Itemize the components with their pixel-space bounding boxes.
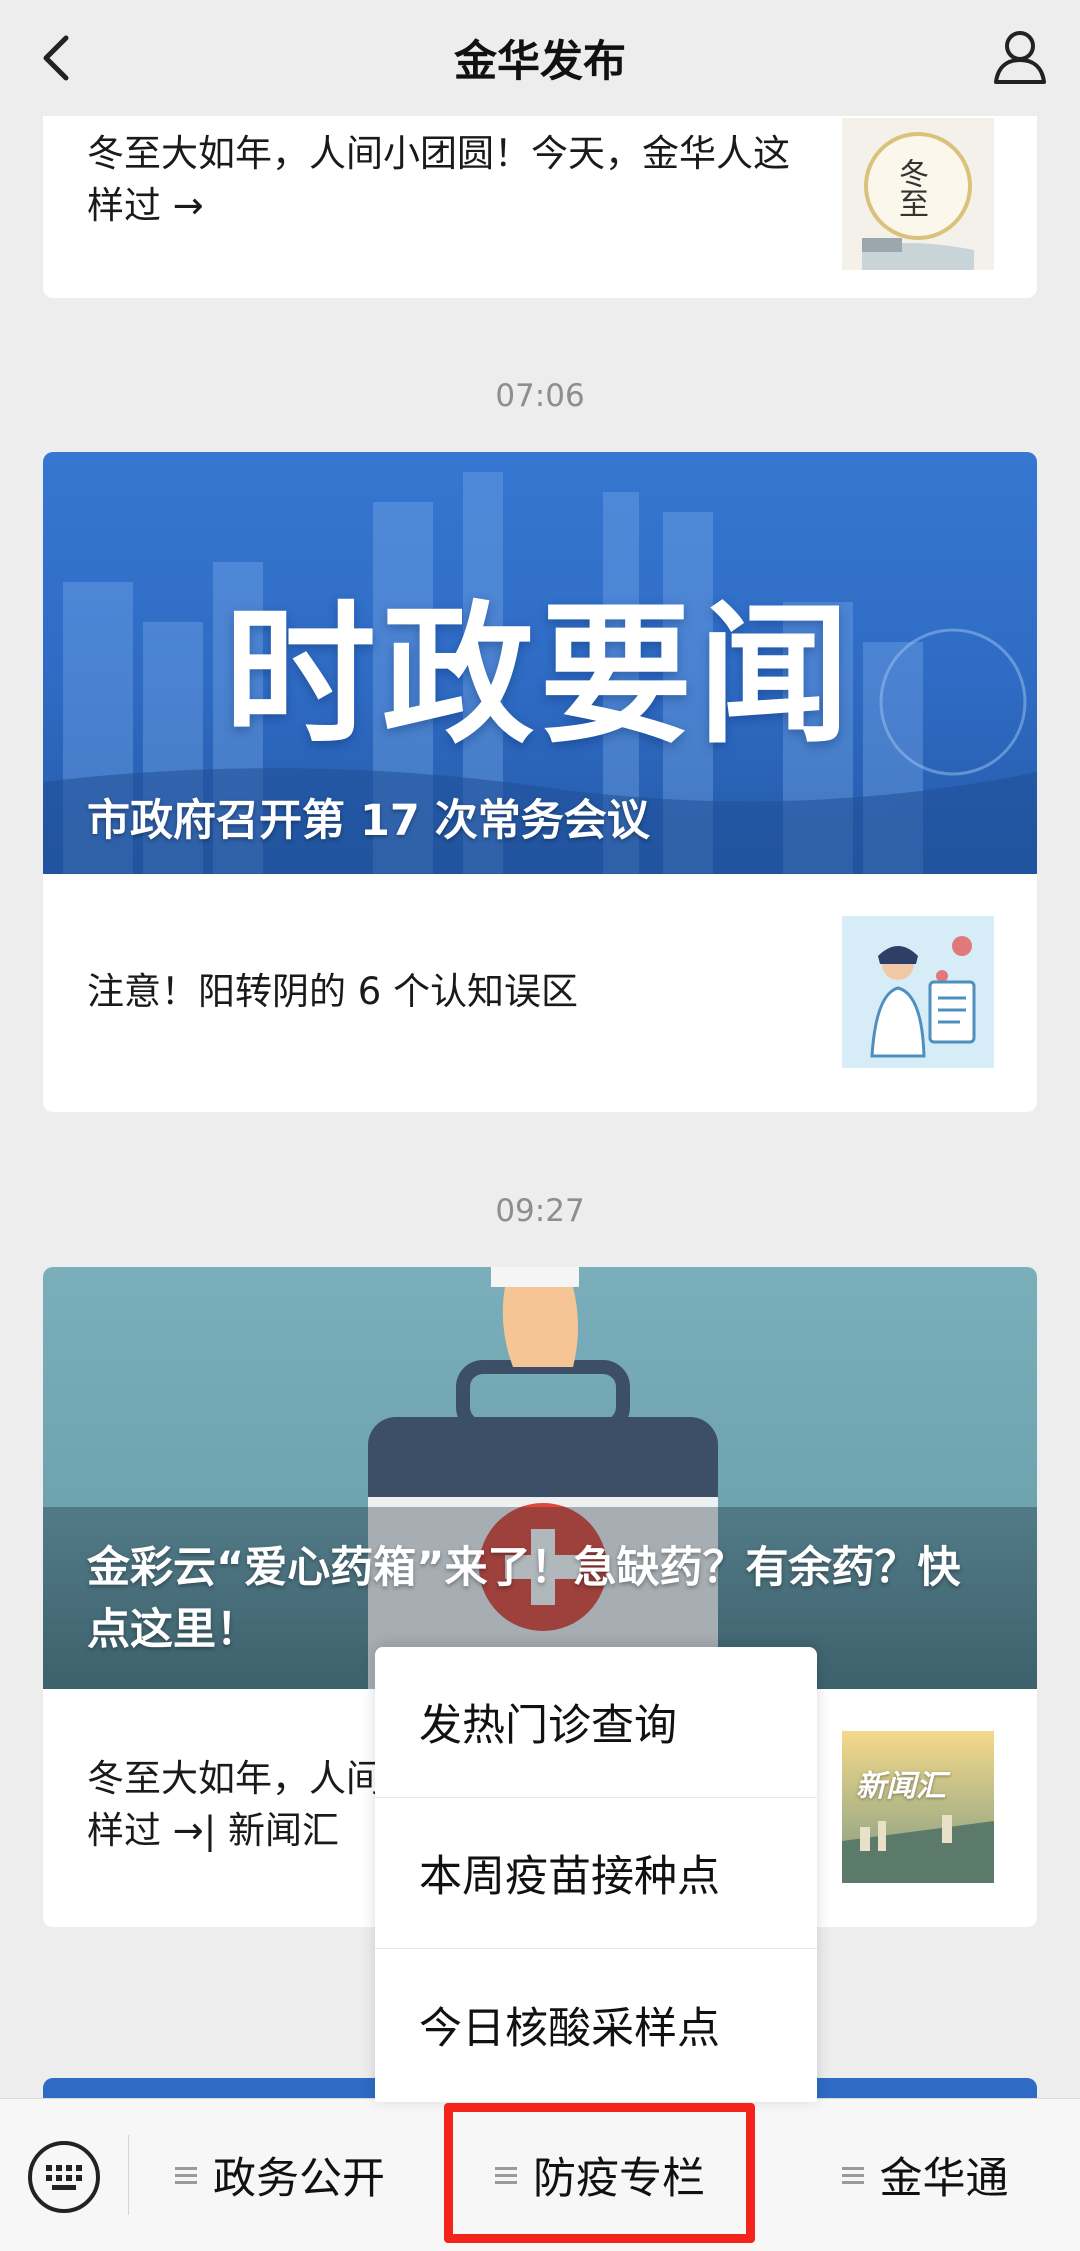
doctor-illustration — [842, 916, 994, 1068]
article-card-2[interactable]: 时政要闻 市政府召开第 17 次常务会议 注意！阳转阴的 6 个认知误区 — [43, 452, 1037, 1112]
submenu-item-nucleic-acid-sites[interactable]: 今日核酸采样点 — [375, 1949, 817, 2100]
thumbnail-logo-text: 新闻汇 — [856, 1769, 946, 1804]
menu-tab-jinhua-tong[interactable]: 金华通 — [790, 2099, 1060, 2251]
timestamp: 07:06 — [495, 378, 585, 414]
article-row[interactable]: 注意！阳转阴的 6 个认知误区 — [43, 874, 1037, 1109]
article-title: 冬至大如年，人间小团圆！今天，金华人这样过 → — [87, 132, 790, 227]
menu-lines-icon — [175, 2167, 197, 2184]
article-title: 注意！阳转阴的 6 个认知误区 — [87, 970, 579, 1013]
keyboard-icon[interactable] — [26, 2139, 102, 2215]
article-thumbnail: 冬至 — [842, 118, 994, 270]
menu-lines-icon — [841, 2167, 864, 2184]
banner-image[interactable]: 时政要闻 市政府召开第 17 次常务会议 — [43, 452, 1037, 874]
thumbnail-calligraphy: 冬至 — [893, 158, 928, 218]
news-city-image — [842, 1731, 994, 1883]
menu-divider — [128, 2135, 129, 2215]
timestamp: 09:27 — [495, 1193, 585, 1229]
header: 金华发布 — [0, 0, 1080, 116]
menu-tab-government-affairs[interactable]: 政务公开 — [130, 2099, 430, 2251]
profile-icon[interactable] — [988, 24, 1052, 88]
submenu-popup: 发热门诊查询 本周疫苗接种点 今日核酸采样点 — [375, 1647, 817, 2102]
banner-caption: 金彩云“爱心药箱”来了！急缺药？有余药？快点这里！ — [87, 1543, 961, 1655]
menu-tab-label: 金华通 — [879, 2154, 1009, 2204]
highlight-box — [444, 2103, 755, 2243]
page-title: 金华发布 — [454, 37, 626, 87]
article-thumbnail: 新闻汇 — [842, 1731, 994, 1883]
banner-image[interactable]: 金彩云“爱心药箱”来了！急缺药？有余药？快点这里！ — [43, 1267, 1037, 1689]
banner-caption: 市政府召开第 17 次常务会议 — [87, 796, 650, 846]
article-thumbnail — [842, 916, 994, 1068]
back-arrow-icon[interactable] — [28, 28, 88, 88]
menu-tab-label: 政务公开 — [213, 2154, 385, 2204]
submenu-item-fever-clinic[interactable]: 发热门诊查询 — [375, 1647, 817, 1798]
submenu-item-vaccination-sites[interactable]: 本周疫苗接种点 — [375, 1798, 817, 1949]
banner-headline: 时政要闻 — [224, 587, 856, 764]
